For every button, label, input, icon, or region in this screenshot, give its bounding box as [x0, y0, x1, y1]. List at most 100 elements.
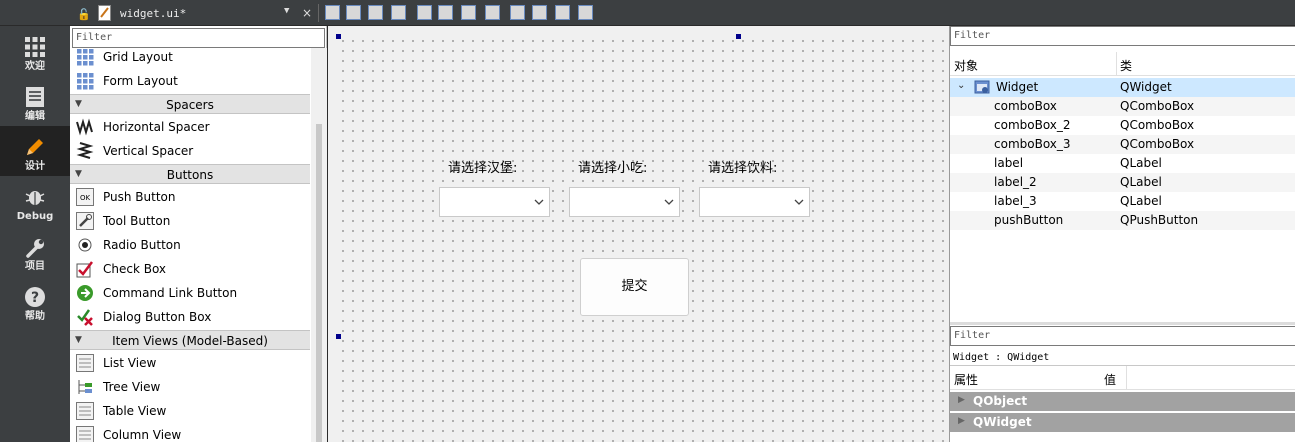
adjust-size-icon[interactable]: [578, 5, 593, 20]
layout-vertical-splitter-icon[interactable]: [485, 5, 500, 20]
column-divider[interactable]: [1126, 366, 1127, 390]
widget-item[interactable]: Tree View: [70, 375, 310, 399]
resize-handle[interactable]: [736, 34, 741, 39]
column-header-value[interactable]: 值: [1104, 371, 1116, 388]
combo-box-drink[interactable]: [699, 187, 810, 217]
layout-form-icon[interactable]: [510, 5, 525, 20]
dock-splitter[interactable]: [950, 322, 1295, 325]
mode-label: 项目: [25, 261, 45, 272]
column-header-property[interactable]: 属性: [954, 371, 978, 388]
edit-buddies-icon[interactable]: [368, 5, 383, 20]
object-class: QLabel: [1120, 175, 1162, 189]
combo-box-burger[interactable]: [439, 187, 550, 217]
mode-help[interactable]: ? 帮助: [0, 276, 70, 326]
label-snack[interactable]: 请选择小吃:: [578, 157, 647, 176]
widget-item[interactable]: Horizontal Spacer: [70, 115, 310, 139]
object-name: label: [994, 156, 1024, 170]
chevron-down-icon: [534, 199, 544, 205]
mode-label: 设计: [25, 161, 45, 172]
widget-item[interactable]: Vertical Spacer: [70, 139, 310, 163]
object-name: comboBox: [994, 99, 1057, 113]
top-toolbar: 🔓 widget.ui* ▼ ×: [0, 0, 1295, 26]
combo-box-snack[interactable]: [569, 187, 680, 217]
property-group-qobject[interactable]: ▶ QObject: [950, 392, 1295, 411]
widget-item-label: Dialog Button Box: [103, 310, 212, 324]
widget-item[interactable]: Grid Layout: [70, 48, 310, 69]
column-header-class[interactable]: 类: [1120, 57, 1132, 74]
bug-icon: [25, 191, 45, 205]
mode-edit[interactable]: 编辑: [0, 76, 70, 126]
widget-category-header[interactable]: ▼ Spacers: [70, 94, 310, 114]
widget-item[interactable]: Tool Button: [70, 209, 310, 233]
object-name: label_3: [994, 194, 1037, 208]
check-box-icon: [76, 261, 93, 278]
widget-box-panel: Filter Grid Layout Form Layout ▼ Spacers Hor…: [70, 26, 327, 442]
object-name: pushButton: [994, 213, 1064, 227]
object-class: QLabel: [1120, 156, 1162, 170]
open-file-selector[interactable]: 🔓 widget.ui* ▼: [72, 2, 298, 24]
property-group-qwidget[interactable]: ▶ QWidget: [950, 413, 1295, 432]
widget-item[interactable]: Dialog Button Box: [70, 305, 310, 329]
edit-signals-slots-icon[interactable]: [346, 5, 361, 20]
widget-category-header[interactable]: ▼ Item Views (Model-Based): [70, 330, 310, 350]
mode-projects[interactable]: 项目: [0, 226, 70, 276]
object-tree-row[interactable]: comboBox_3 QComboBox: [950, 135, 1295, 154]
column-header-object[interactable]: 对象: [954, 57, 978, 74]
object-tree-row[interactable]: label_3 QLabel: [950, 192, 1295, 211]
mode-design[interactable]: 设计: [0, 126, 70, 176]
layout-vertical-icon[interactable]: [438, 5, 453, 20]
object-tree-row[interactable]: comboBox_2 QComboBox: [950, 116, 1295, 135]
object-tree-row[interactable]: pushButton QPushButton: [950, 211, 1295, 230]
object-tree-row[interactable]: label_2 QLabel: [950, 173, 1295, 192]
close-file-icon[interactable]: ×: [302, 6, 312, 20]
submit-button[interactable]: 提交: [580, 258, 689, 316]
mode-welcome[interactable]: 欢迎: [0, 26, 70, 76]
object-tree-row[interactable]: comboBox QComboBox: [950, 97, 1295, 116]
object-tree-row[interactable]: ⌄ Widget QWidget: [950, 78, 1295, 97]
form-canvas[interactable]: 请选择汉堡: 请选择小吃: 请选择饮料: 提交: [336, 34, 949, 442]
widget-item[interactable]: OK Push Button: [70, 185, 310, 209]
widget-item-label: Vertical Spacer: [103, 144, 194, 158]
qt-designer-window: 🔓 widget.ui* ▼ × 欢迎 编辑 设计 Debug 项目 ? 帮助 …: [0, 0, 1295, 442]
scrollbar-thumb[interactable]: [316, 124, 322, 442]
layout-horizontal-splitter-icon[interactable]: [461, 5, 476, 20]
chevron-down-icon[interactable]: ⌄: [957, 80, 965, 91]
widget-category-header[interactable]: ▼ Buttons: [70, 164, 310, 184]
widget-item[interactable]: Check Box: [70, 257, 310, 281]
lock-icon[interactable]: 🔓: [77, 8, 91, 21]
mode-debug[interactable]: Debug: [0, 176, 70, 226]
wrench-icon: [26, 239, 44, 258]
object-tree-row[interactable]: label QLabel: [950, 154, 1295, 173]
widget-item[interactable]: Column View: [70, 423, 310, 442]
object-class: QComboBox: [1120, 137, 1195, 151]
widget-item[interactable]: Form Layout: [70, 69, 310, 93]
break-layout-icon[interactable]: [555, 5, 570, 20]
label-drink[interactable]: 请选择饮料:: [708, 157, 777, 176]
chevron-right-icon: ▶: [958, 416, 965, 426]
edit-widgets-icon[interactable]: [325, 5, 340, 20]
widget-item[interactable]: Table View: [70, 399, 310, 423]
push-button-icon: OK: [76, 188, 94, 206]
object-filter-input[interactable]: Filter: [950, 26, 1295, 46]
property-filter-input[interactable]: Filter: [950, 326, 1295, 346]
widget-item-label: Tree View: [103, 380, 161, 394]
grid-icon: [25, 37, 45, 57]
widget-item[interactable]: Command Link Button: [70, 281, 310, 305]
ui-file-icon: [98, 5, 111, 21]
layout-horizontal-icon[interactable]: [417, 5, 432, 20]
layout-grid-icon[interactable]: [532, 5, 547, 20]
label-burger[interactable]: 请选择汉堡:: [448, 157, 517, 176]
widget-item-label: Check Box: [103, 262, 167, 276]
property-group-label: QObject: [973, 394, 1028, 408]
edit-tab-order-icon[interactable]: [391, 5, 406, 20]
widget-category-label: Spacers: [166, 98, 214, 112]
widget-item[interactable]: List View: [70, 351, 310, 375]
object-class: QComboBox: [1120, 118, 1195, 132]
widget-filter-input[interactable]: Filter: [72, 28, 325, 48]
pencil-icon: [27, 139, 43, 155]
chevron-down-icon[interactable]: ▼: [284, 6, 289, 16]
resize-handle[interactable]: [336, 34, 341, 39]
column-divider[interactable]: [1116, 52, 1117, 76]
resize-handle[interactable]: [336, 334, 341, 339]
widget-item[interactable]: Radio Button: [70, 233, 310, 257]
